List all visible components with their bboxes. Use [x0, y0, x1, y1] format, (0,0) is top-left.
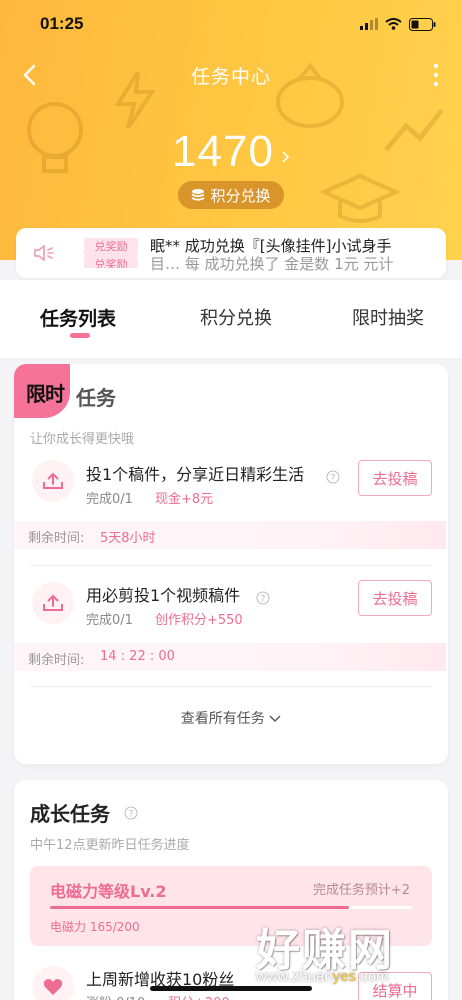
- points-exchange-label: 积分兑换: [210, 186, 271, 205]
- cellular-signal-icon: [360, 18, 378, 30]
- status-icons: [360, 17, 436, 31]
- ticker-text: 眠** 成功兑换『[头像挂件]小试身手 目… 每 成功兑换了 金是数 1元 元计: [150, 237, 440, 273]
- site-watermark: 好赚网 www.zhuanyes.com: [250, 914, 450, 990]
- task-title: 投1个稿件，分享近日精彩生活: [86, 465, 305, 484]
- remaining-time-label: 剩余时间:: [28, 653, 85, 668]
- tab-limited-lottery[interactable]: 限时抽奖: [352, 304, 424, 330]
- chevron-right-icon: [282, 151, 290, 163]
- svg-text:?: ?: [129, 810, 134, 820]
- level-progress-fill: [50, 906, 349, 909]
- submit-post-button[interactable]: 去投稿: [358, 580, 432, 616]
- upload-icon: [43, 594, 63, 611]
- help-icon[interactable]: ?: [326, 470, 340, 484]
- limited-card-subtitle: 让你成长得更快哦: [30, 432, 135, 447]
- view-all-label: 查看所有任务: [180, 711, 265, 727]
- svg-text:?: ?: [261, 595, 266, 605]
- upload-icon-badge: [32, 460, 74, 502]
- battery-icon: [409, 17, 436, 31]
- home-indicator[interactable]: [150, 986, 312, 991]
- task-reward: 现金+8元: [155, 492, 214, 507]
- task-title: 用必剪投1个视频稿件: [86, 586, 241, 605]
- announcement-ticker[interactable]: 兑奖励 兑奖励 眠** 成功兑换『[头像挂件]小试身手 目… 每 成功兑换了 金…: [16, 228, 446, 278]
- watermark-url-suffix: .com: [356, 968, 389, 985]
- upload-icon: [43, 472, 63, 489]
- help-icon[interactable]: ?: [124, 806, 138, 820]
- heart-icon-badge: [32, 966, 74, 1000]
- level-value: 电磁力 165/200: [50, 920, 140, 934]
- divider: [30, 565, 432, 566]
- level-title: 电磁力等级Lv.2: [50, 882, 167, 901]
- limited-badge-text: 限时: [26, 382, 65, 406]
- ticker-line-1: 眠** 成功兑换『[头像挂件]小试身手: [150, 237, 392, 255]
- coin-stack-icon: [192, 189, 205, 201]
- tab-bar: 任务列表 积分兑换 限时抽奖: [0, 280, 462, 358]
- back-arrow-icon[interactable]: [18, 62, 44, 88]
- wifi-icon: [385, 18, 402, 30]
- points-display[interactable]: 1470: [0, 122, 462, 182]
- help-icon[interactable]: ?: [256, 591, 270, 605]
- level-progress-track: [50, 906, 412, 909]
- status-bar: 01:25: [0, 0, 462, 48]
- limited-task-card: 限时 任务 让你成长得更快哦: [14, 364, 448, 764]
- watermark-url-highlight: yes: [332, 968, 357, 985]
- task-progress: 涨粉 0/10: [86, 992, 145, 1000]
- ticker-tag: 兑奖励 兑奖励: [84, 238, 138, 268]
- task-reward: 积分+200: [168, 992, 230, 1000]
- remaining-time-value: 5天8小时: [100, 531, 156, 546]
- page-title: 任务中心: [190, 65, 271, 88]
- submit-post-button[interactable]: 去投稿: [358, 460, 432, 496]
- points-exchange-button[interactable]: 积分兑换: [178, 181, 284, 209]
- nav-bar: 任务中心: [0, 50, 462, 100]
- growth-card-subtitle: 中午12点更新昨日任务进度: [30, 838, 190, 853]
- ticker-tag-line2: 兑奖励: [84, 256, 138, 268]
- upload-icon-badge: [32, 582, 74, 624]
- limited-card-title: 任务: [76, 386, 116, 410]
- level-expected-gain: 完成任务预计+2: [312, 883, 410, 898]
- active-tab-indicator: [70, 333, 90, 338]
- tab-points-exchange[interactable]: 积分兑换: [200, 304, 272, 330]
- chevron-down-icon: [269, 715, 281, 722]
- task-progress: 完成0/1: [86, 613, 133, 628]
- remaining-time-bar: 剩余时间: 5天8小时: [14, 521, 446, 549]
- more-options-icon[interactable]: [432, 63, 440, 87]
- svg-text:?: ?: [331, 474, 336, 484]
- limited-badge: 限时: [14, 364, 70, 418]
- task-reward: 创作积分+550: [155, 613, 243, 628]
- ticker-tag-line1: 兑奖励: [84, 238, 138, 256]
- status-time: 01:25: [40, 14, 84, 33]
- remaining-time-bar: 剩余时间: 14 : 22 : 00: [14, 643, 446, 671]
- watermark-url-prefix: www.zhuan: [256, 968, 333, 985]
- ticker-line-2: 目… 每 成功兑换了 金是数 1元 元计: [150, 255, 394, 273]
- remaining-time-value: 14 : 22 : 00: [100, 649, 175, 664]
- task-progress: 完成0/1: [86, 492, 133, 507]
- divider: [30, 686, 432, 687]
- speaker-icon: [34, 245, 54, 261]
- points-value: 1470: [172, 127, 274, 176]
- tab-task-list[interactable]: 任务列表: [40, 304, 116, 331]
- heart-icon: [43, 979, 63, 995]
- view-all-tasks-link[interactable]: 查看所有任务: [0, 708, 462, 728]
- growth-card-title: 成长任务: [30, 802, 110, 826]
- remaining-time-label: 剩余时间:: [28, 531, 85, 546]
- watermark-url: www.zhuanyes.com: [256, 968, 389, 985]
